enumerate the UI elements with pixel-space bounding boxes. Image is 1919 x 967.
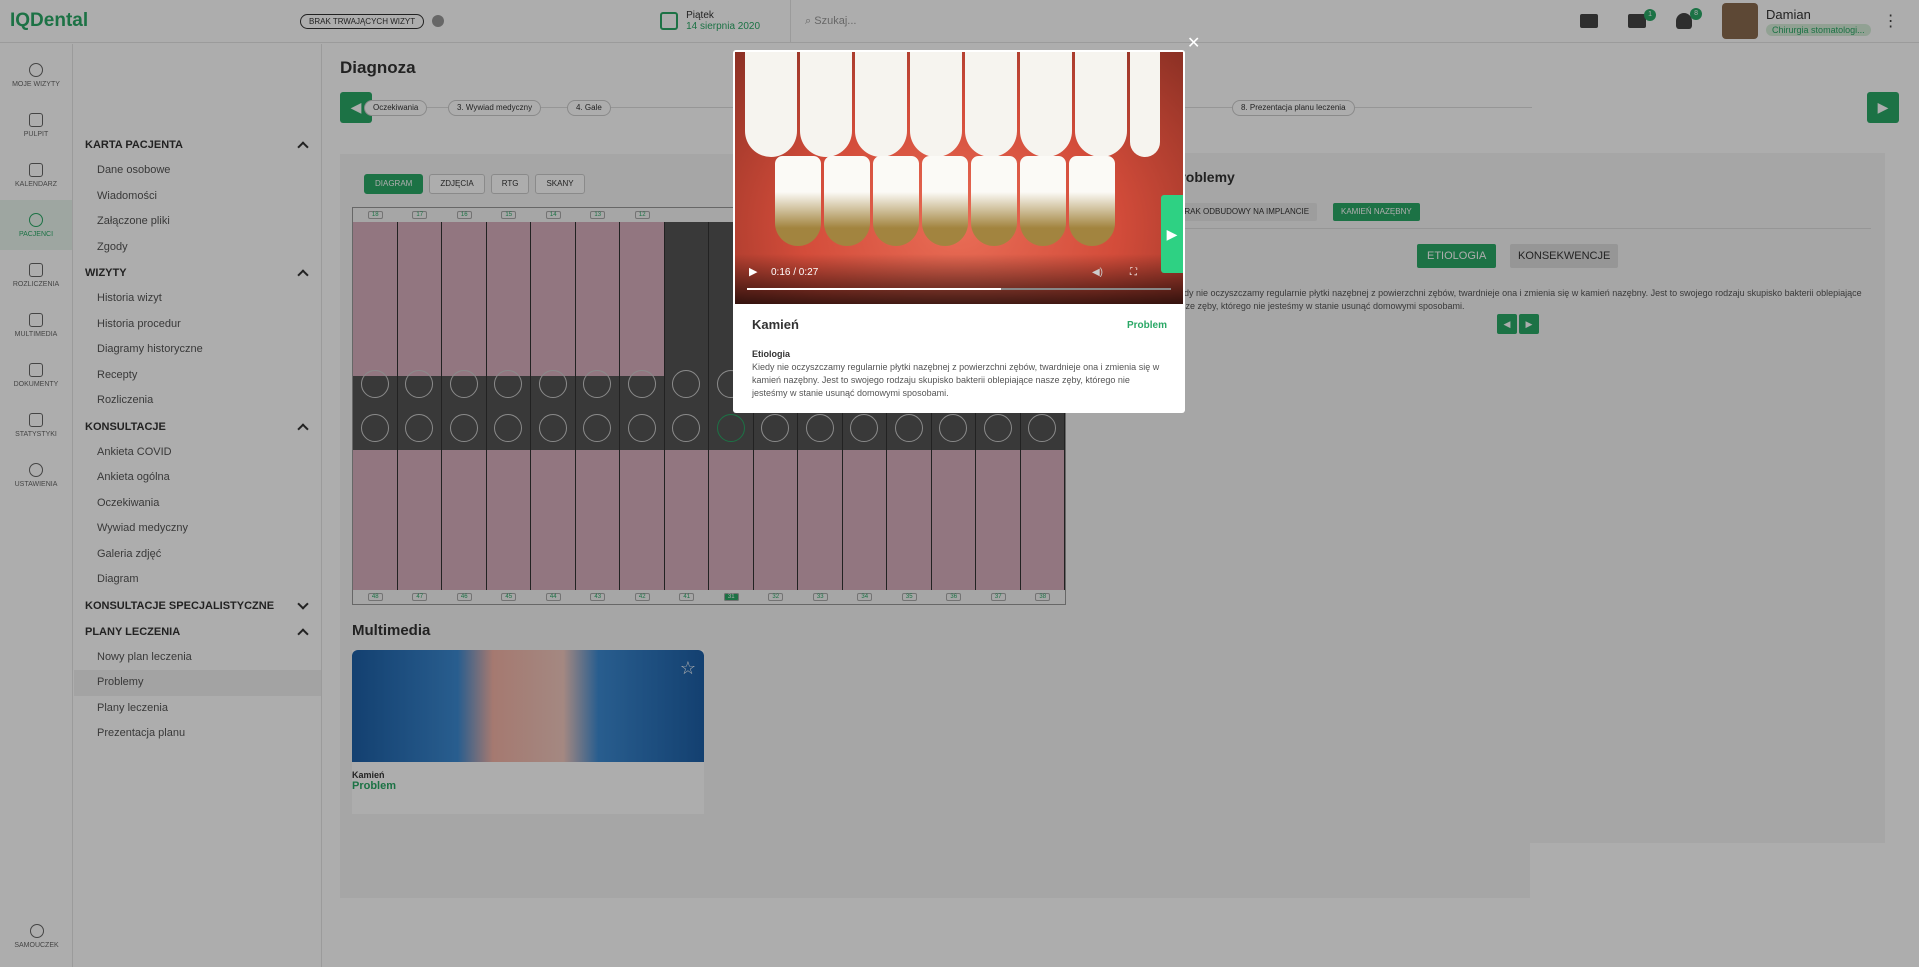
media-modal: ▶ 0:16 / 0:27 ◀) ⛶ ▶ Kamień Problem Etio… — [733, 50, 1185, 413]
video-progress-fill — [747, 288, 1002, 290]
video-player[interactable]: ▶ 0:16 / 0:27 ◀) ⛶ ▶ — [735, 52, 1183, 304]
volume-icon[interactable]: ◀) — [1092, 267, 1103, 278]
video-controls — [735, 254, 1183, 304]
fullscreen-icon[interactable]: ⛶ — [1130, 267, 1137, 278]
video-time: 0:16 / 0:27 — [771, 267, 819, 278]
etiology-heading: Etiologia — [752, 349, 790, 359]
next-media-button[interactable]: ▶ — [1161, 195, 1183, 273]
video-progress[interactable] — [747, 288, 1171, 290]
modal-name: Kamień — [752, 317, 799, 332]
video-upper-teeth — [745, 52, 1160, 157]
close-icon[interactable]: ✕ — [1187, 33, 1200, 53]
etiology-text: Kiedy nie oczyszczamy regularnie płytki … — [752, 362, 1160, 398]
video-lower-teeth — [775, 156, 1115, 246]
modal-status: Problem — [1126, 320, 1167, 331]
play-icon[interactable]: ▶ — [749, 265, 757, 278]
